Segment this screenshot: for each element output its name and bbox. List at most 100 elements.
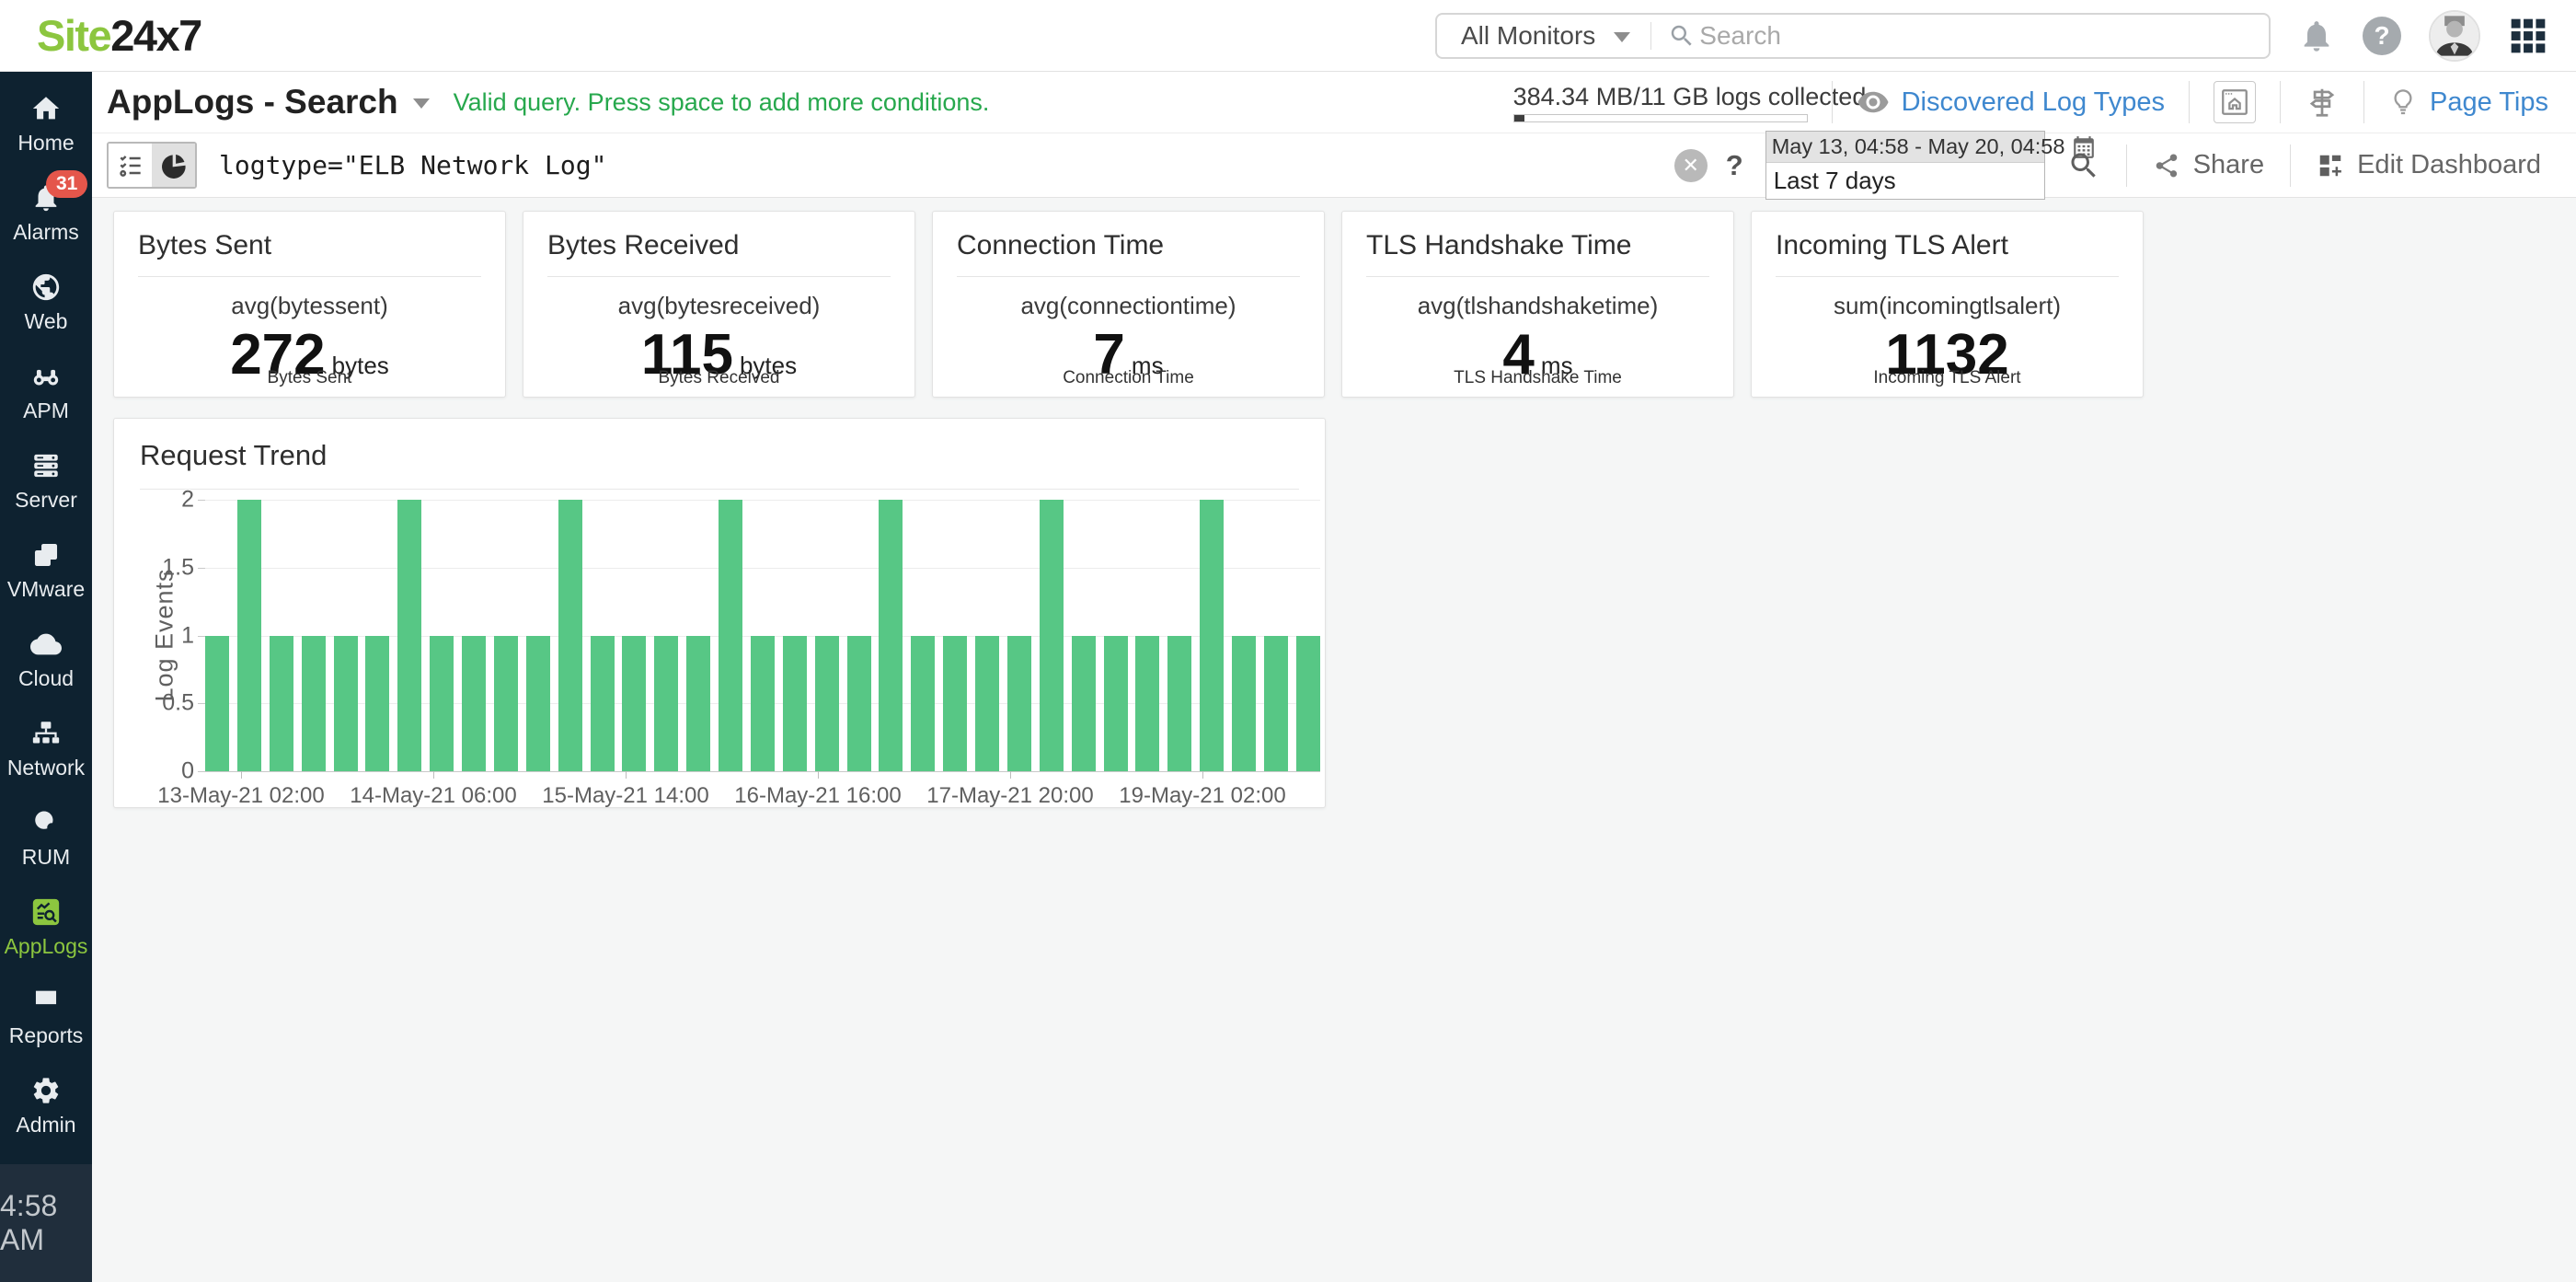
x-axis-line — [205, 771, 1320, 772]
sidebar: Home 31 Alarms Web APM Server VMware Cloud Netwo… — [0, 72, 92, 1282]
sidebar-item-server[interactable]: Server — [0, 436, 92, 526]
default-dashboard-button[interactable] — [2214, 81, 2257, 123]
sidebar-item-admin[interactable]: Admin — [0, 1061, 92, 1150]
y-tick-label: 0.5 — [162, 689, 194, 716]
pie-chart-icon — [159, 151, 189, 180]
x-tick-label: 19-May-21 02:00 — [1119, 783, 1286, 808]
sidebar-item-rum[interactable]: RUM — [0, 793, 92, 883]
sidebar-item-home[interactable]: Home — [0, 79, 92, 168]
chart-bar[interactable] — [846, 635, 871, 771]
chart-bar[interactable] — [1167, 635, 1192, 771]
chart-bar[interactable] — [333, 635, 358, 771]
x-axis-tick — [433, 771, 434, 779]
chart-bar[interactable] — [1135, 635, 1160, 771]
list-view-toggle[interactable] — [109, 144, 152, 187]
chart-bar[interactable] — [365, 635, 390, 771]
x-tick-label: 14-May-21 06:00 — [350, 783, 517, 808]
chart-bar[interactable] — [719, 500, 742, 771]
notifications-bell-icon[interactable] — [2298, 17, 2335, 54]
server-icon — [30, 450, 62, 481]
sidebar-item-cloud[interactable]: Cloud — [0, 615, 92, 704]
chart-bar[interactable] — [525, 635, 550, 771]
divider — [140, 489, 1299, 490]
chart-view-toggle[interactable] — [152, 144, 195, 187]
main-area: AppLogs - Search Valid query. Press spac… — [92, 72, 2576, 1282]
sidebar-item-network[interactable]: Network — [0, 704, 92, 793]
chart-bar[interactable] — [750, 635, 775, 771]
chart-bar[interactable] — [1103, 635, 1128, 771]
date-range-value: May 13, 04:58 - May 20, 04:58 — [1771, 134, 2065, 158]
monitor-filter-dropdown[interactable]: All Monitors — [1437, 21, 1650, 51]
rum-icon — [30, 807, 62, 838]
page-header: AppLogs - Search Valid query. Press spac… — [92, 72, 2576, 133]
sidebar-item-label: Reports — [8, 1022, 84, 1047]
divider — [1650, 21, 1652, 50]
edit-dashboard-button[interactable]: Edit Dashboard — [2317, 150, 2541, 180]
card-title: Connection Time — [957, 230, 1165, 260]
chart-bar[interactable] — [301, 635, 326, 771]
chart-bar[interactable] — [590, 635, 615, 771]
chart-bar[interactable] — [814, 635, 839, 771]
query-help-icon[interactable]: ? — [1726, 149, 1743, 182]
chart-bar[interactable] — [558, 500, 582, 771]
page-header-right: 384.34 MB/11 GB logs collected Discovere… — [1512, 81, 2576, 123]
page-tips-link[interactable]: Page Tips — [2388, 87, 2548, 118]
chart-bar[interactable] — [975, 635, 999, 771]
card-footer-label: Bytes Received — [658, 368, 780, 387]
sidebar-item-alarms[interactable]: 31 Alarms — [0, 168, 92, 258]
chart-bar[interactable] — [236, 500, 261, 771]
divider — [2363, 81, 2365, 123]
chevron-down-icon — [412, 98, 430, 109]
chevron-down-icon — [1614, 31, 1631, 42]
signpost-icon[interactable] — [2305, 85, 2340, 120]
x-axis-tick — [241, 771, 242, 779]
avatar[interactable] — [2429, 9, 2480, 62]
sidebar-item-apm[interactable]: APM — [0, 347, 92, 436]
discovered-log-types-link[interactable]: Discovered Log Types — [1857, 86, 2165, 119]
log-usage: 384.34 MB/11 GB logs collected — [1512, 83, 1866, 122]
chart-bar[interactable] — [1263, 635, 1288, 771]
logo[interactable]: Site24x7 — [37, 10, 202, 61]
share-button[interactable]: Share — [2153, 150, 2264, 180]
sidebar-item-label: Web — [24, 308, 68, 333]
sidebar-item-label: AppLogs — [4, 933, 88, 958]
chart-bar[interactable] — [686, 635, 711, 771]
sidebar-item-web[interactable]: Web — [0, 258, 92, 347]
chart-bar[interactable] — [462, 635, 486, 771]
chart-bar[interactable] — [430, 635, 454, 771]
global-search-box: All Monitors — [1435, 12, 2271, 59]
help-icon[interactable]: ? — [2363, 16, 2401, 55]
chart-bar[interactable] — [269, 635, 293, 771]
chart-bar[interactable] — [654, 635, 679, 771]
y-axis-tick — [198, 635, 205, 637]
chart-bar[interactable] — [943, 635, 968, 771]
chart-bar[interactable] — [1039, 500, 1064, 771]
sidebar-item-reports[interactable]: Reports — [0, 972, 92, 1061]
metric-card: Bytes Sent avg(bytessent) 272 bytes Bytes Se… — [113, 211, 506, 398]
chart-bar[interactable] — [782, 635, 807, 771]
chart-bar[interactable] — [493, 635, 518, 771]
query-input[interactable]: logtype="ELB Network Log" — [219, 150, 1674, 180]
search-input[interactable] — [1699, 14, 2269, 57]
monitor-filter-label: All Monitors — [1461, 20, 1596, 50]
run-search-icon[interactable] — [2067, 149, 2100, 182]
chart-bar[interactable] — [879, 500, 903, 771]
chart-bar[interactable] — [911, 635, 936, 771]
chart-bar[interactable] — [1006, 635, 1031, 771]
chart-bar[interactable] — [1200, 500, 1225, 771]
page-title-dropdown[interactable]: AppLogs - Search — [107, 83, 430, 121]
chart-bar[interactable] — [1071, 635, 1096, 771]
date-range-picker[interactable]: May 13, 04:58 - May 20, 04:58 Last 7 day… — [1765, 131, 2095, 200]
metric-cards-row: Bytes Sent avg(bytessent) 272 bytes Bytes Se… — [113, 211, 2576, 398]
sidebar-item-vmware[interactable]: VMware — [0, 526, 92, 615]
clear-query-icon[interactable]: ✕ — [1673, 148, 1708, 182]
chart-bar[interactable] — [205, 635, 229, 771]
sidebar-item-applogs[interactable]: AppLogs — [0, 883, 92, 972]
chart-bar[interactable] — [1232, 635, 1256, 771]
y-axis-tick — [198, 771, 205, 772]
chart-bar[interactable] — [1295, 635, 1320, 771]
apps-grid-icon[interactable] — [2508, 16, 2548, 56]
chart-bar[interactable] — [397, 500, 422, 771]
query-bar: logtype="ELB Network Log" ✕ ? May 13, 04… — [92, 131, 2576, 200]
chart-bar[interactable] — [622, 635, 647, 771]
